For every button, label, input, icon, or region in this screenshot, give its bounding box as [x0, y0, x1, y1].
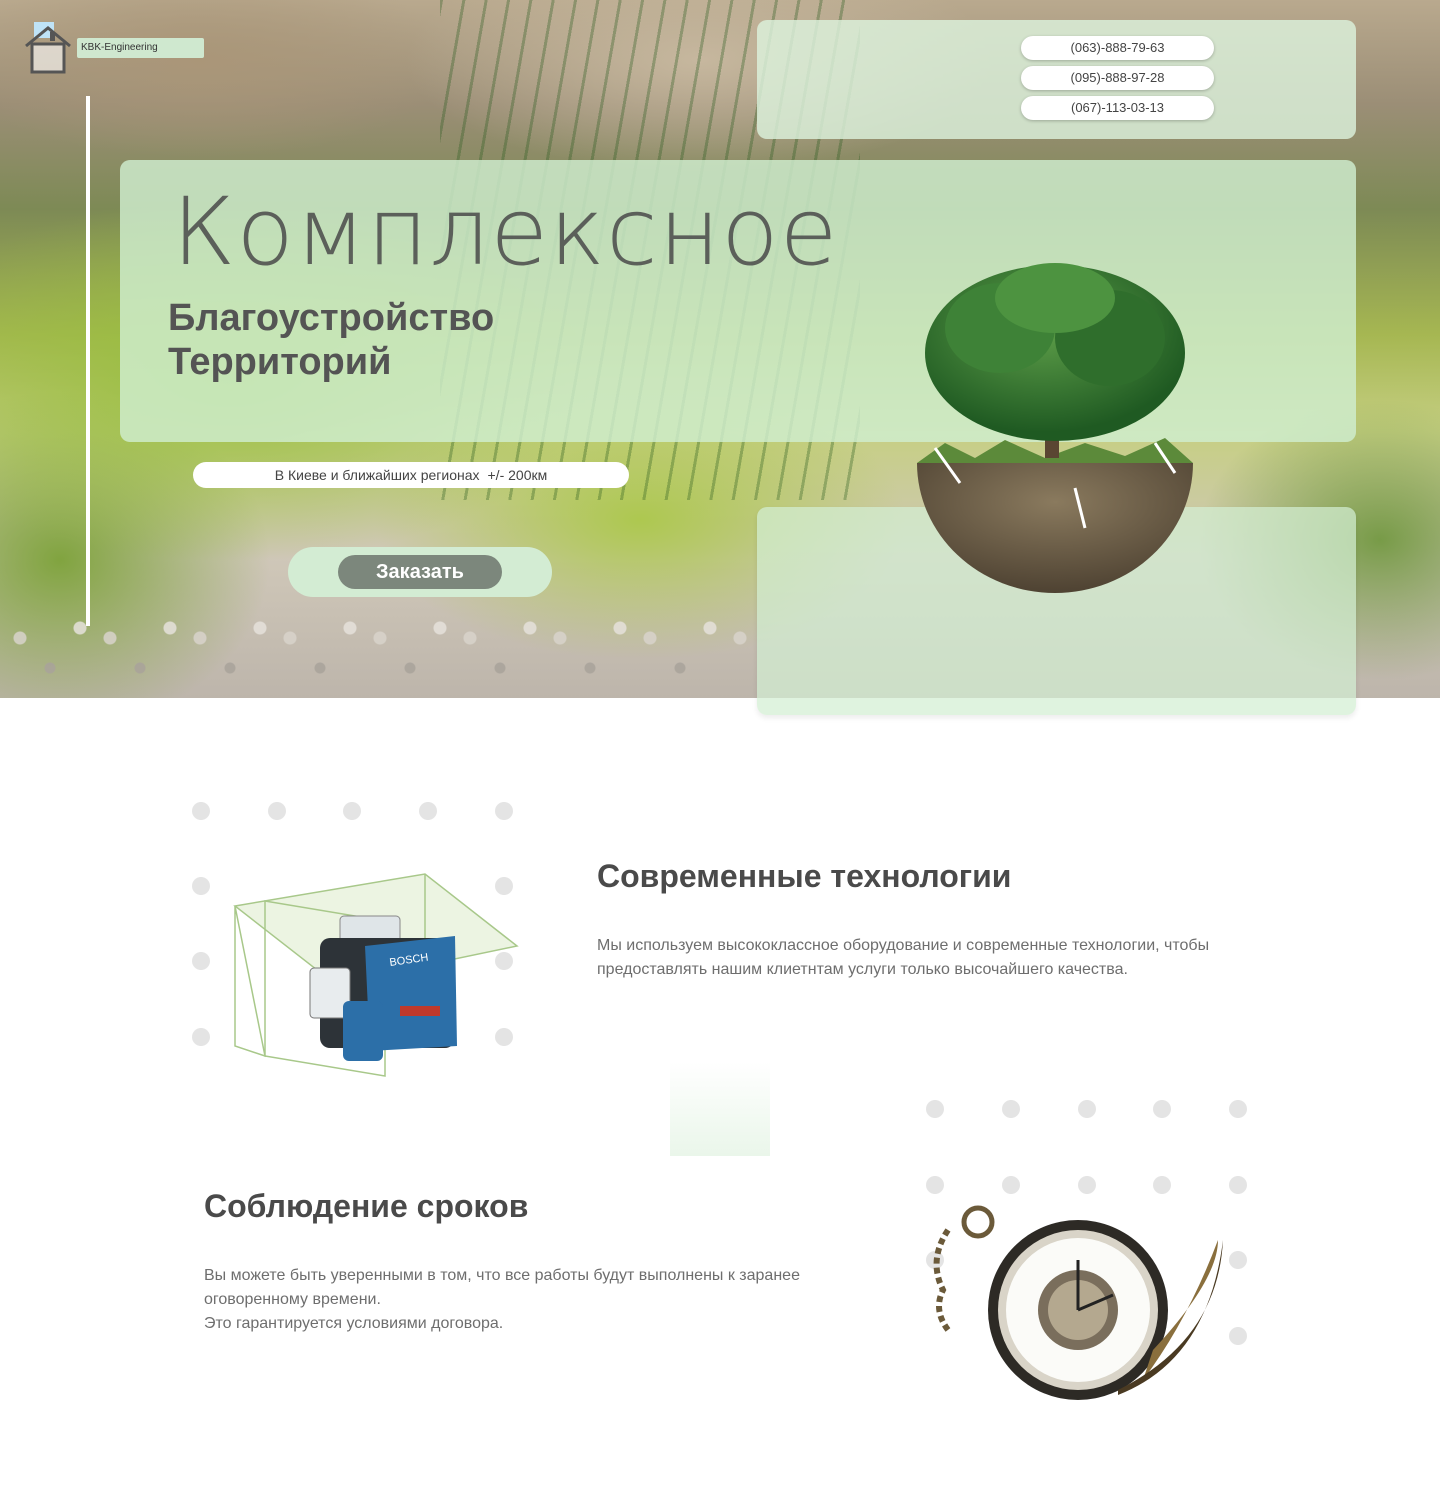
order-button-wrapper: Заказать [288, 547, 552, 597]
headline-bold-line-2: Территорий [168, 341, 392, 383]
hero-background-pebbles [0, 608, 760, 698]
decor-dot [1078, 1176, 1096, 1194]
decor-dot [192, 802, 210, 820]
decor-dot [1153, 1176, 1171, 1194]
region-pill: В Киеве и ближайших регионах +/- 200км [193, 462, 629, 488]
headline-bold: Благоустройство Территорий [168, 296, 494, 384]
decor-dot [495, 802, 513, 820]
logo-label: KBK-Engineering [77, 38, 204, 58]
order-button[interactable]: Заказать [338, 555, 502, 589]
tree-globe-image [917, 263, 1193, 593]
feature-text-deadlines: Вы можете быть уверенными в том, что все… [204, 1264, 824, 1336]
logo[interactable]: KBK-Engineering [22, 22, 204, 78]
decor-dot [192, 877, 210, 895]
decor-dot [419, 802, 437, 820]
decor-dot [926, 1176, 944, 1194]
decor-dot [1002, 1100, 1020, 1118]
phone-2[interactable]: (095)-888-97-28 [1021, 66, 1214, 90]
headline-bold-line-1: Благоустройство [168, 297, 495, 339]
headline-light: Комплексное [172, 178, 839, 287]
decor-dot [343, 802, 361, 820]
decor-dot [192, 952, 210, 970]
phone-3[interactable]: (067)-113-03-13 [1021, 96, 1214, 120]
decor-dot [926, 1100, 944, 1118]
decor-dot [268, 802, 286, 820]
feature-text-technology: Мы используем высококлассное оборудовани… [597, 937, 1210, 978]
decor-dot [1002, 1176, 1020, 1194]
phone-1[interactable]: (063)-888-79-63 [1021, 36, 1214, 60]
feature-text-deadlines-line-1: Вы можете быть уверенными в том, что все… [204, 1267, 800, 1308]
decor-dot [1229, 1100, 1247, 1118]
brand-name: KBK-Engineering [81, 42, 158, 53]
pocket-watch-icon [933, 1205, 1223, 1400]
feature-title-technology: Современные технологии [597, 858, 1012, 894]
feature-title-deadlines: Соблюдение сроков [204, 1188, 529, 1224]
laser-level-icon: BOSCH [233, 873, 519, 1077]
region-distance: +/- 200км [487, 467, 548, 483]
decor-dot [1078, 1100, 1096, 1118]
feature-text-deadlines-line-2: Это гарантируется условиями договора. [204, 1315, 504, 1332]
decor-dot [192, 1028, 210, 1046]
decor-dot [1229, 1176, 1247, 1194]
region-text: В Киеве и ближайших регионах [274, 467, 480, 483]
house-icon [25, 22, 71, 74]
decor-dot [1153, 1100, 1171, 1118]
hero-divider [86, 96, 90, 626]
phones-panel: (063)-888-79-63 (095)-888-97-28 (067)-11… [757, 20, 1356, 139]
decor-fade-block [670, 1062, 770, 1156]
